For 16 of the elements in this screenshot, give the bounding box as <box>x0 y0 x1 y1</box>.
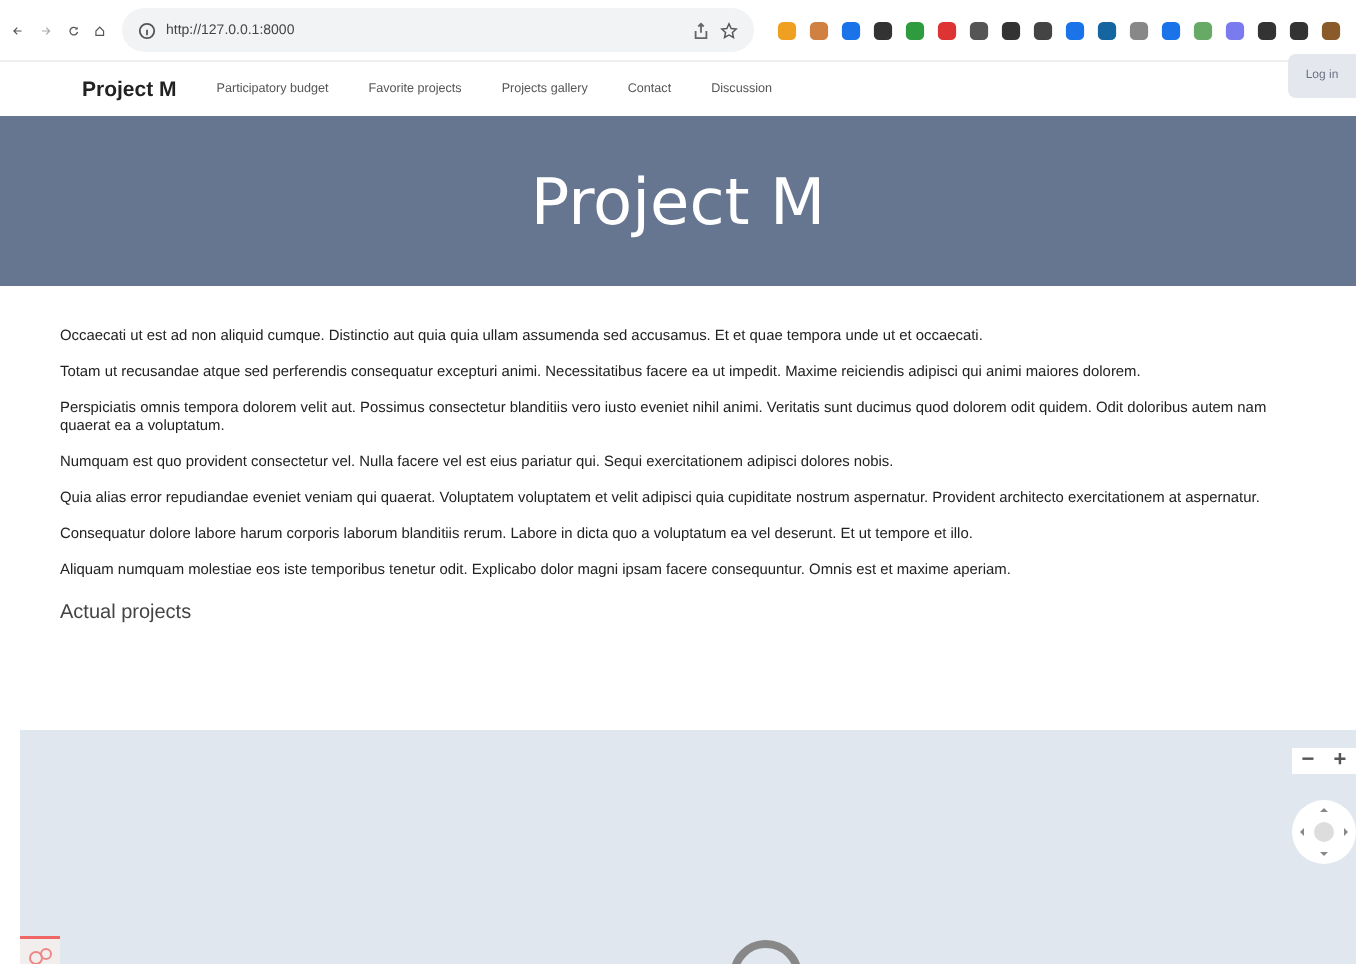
info-icon[interactable] <box>138 21 156 39</box>
brand-logo[interactable]: Project M <box>82 77 177 101</box>
map-area[interactable]: − + <box>20 730 1356 964</box>
extension-icon[interactable] <box>966 17 992 43</box>
star-icon[interactable] <box>720 21 738 39</box>
share-icon[interactable] <box>692 21 710 39</box>
extension-icon[interactable] <box>1254 17 1280 43</box>
extension-icon[interactable] <box>1286 17 1312 43</box>
extension-icon[interactable] <box>998 17 1024 43</box>
extension-icon[interactable] <box>1094 17 1120 43</box>
section-title: Actual projects <box>60 602 194 625</box>
hero-title: Project M <box>530 163 826 239</box>
extension-icon[interactable] <box>870 17 896 43</box>
extension-icon[interactable] <box>1318 17 1344 43</box>
extension-icon[interactable] <box>1030 17 1056 43</box>
map-logo-icon[interactable] <box>20 936 60 964</box>
